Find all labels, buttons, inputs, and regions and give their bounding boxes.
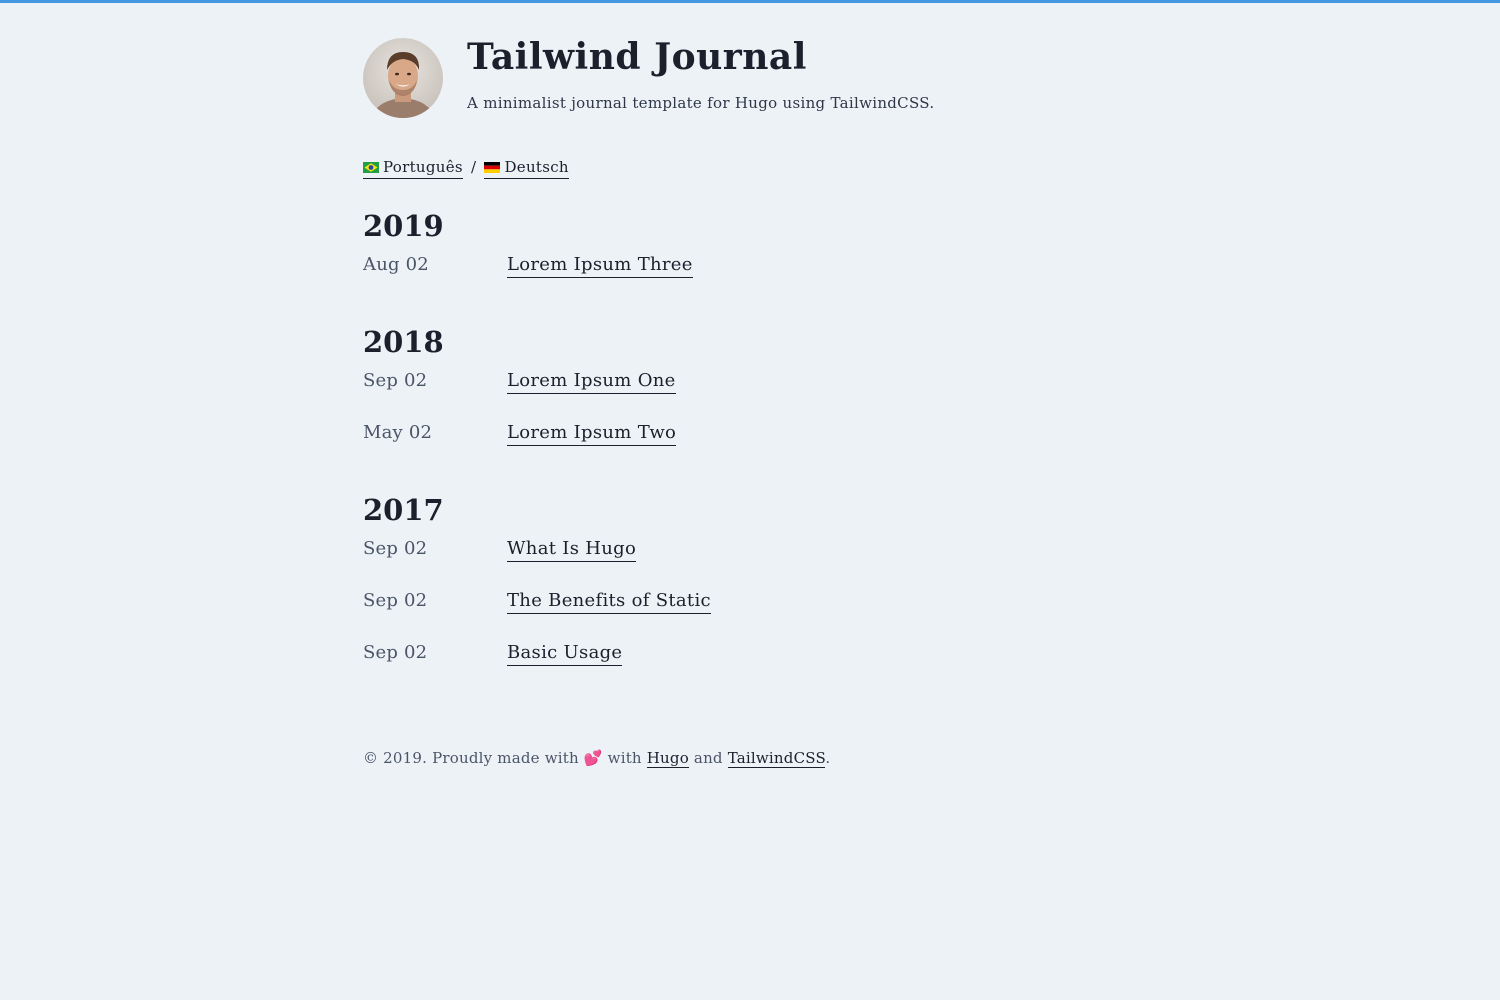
post-link[interactable]: Lorem Ipsum Two bbox=[507, 422, 677, 446]
year-group-2018: 2018 Sep 02 Lorem Ipsum One May 02 Lorem… bbox=[363, 324, 1063, 474]
post-date: Sep 02 bbox=[363, 538, 428, 559]
heart-icon: 💕 bbox=[583, 749, 603, 767]
post-row: May 02 Lorem Ipsum Two bbox=[363, 422, 1063, 474]
footer-and: and bbox=[693, 749, 723, 767]
year-heading: 2019 bbox=[363, 209, 444, 243]
avatar-image bbox=[363, 38, 443, 118]
hugo-link[interactable]: Hugo bbox=[646, 749, 689, 768]
post-link[interactable]: Lorem Ipsum Three bbox=[507, 254, 693, 278]
post-link[interactable]: Lorem Ipsum One bbox=[507, 370, 676, 394]
post-link[interactable]: Basic Usage bbox=[507, 642, 623, 666]
avatar bbox=[363, 38, 443, 118]
post-date: Sep 02 bbox=[363, 590, 428, 611]
germany-flag-icon bbox=[484, 162, 501, 173]
language-label: Deutsch bbox=[504, 158, 569, 176]
post-row: Sep 02 What Is Hugo bbox=[363, 538, 1063, 590]
language-switcher: Português / Deutsch bbox=[363, 158, 569, 179]
footer-with: with bbox=[607, 749, 642, 767]
year-heading: 2017 bbox=[363, 493, 444, 527]
tailwindcss-link[interactable]: TailwindCSS bbox=[727, 749, 826, 768]
year-heading: 2018 bbox=[363, 325, 444, 359]
language-link-german[interactable]: Deutsch bbox=[484, 158, 569, 179]
post-date: Sep 02 bbox=[363, 370, 428, 391]
site-titles: Tailwind Journal A minimalist journal te… bbox=[467, 38, 934, 112]
footer-period: . bbox=[825, 749, 831, 767]
site-header: Tailwind Journal A minimalist journal te… bbox=[363, 38, 934, 118]
post-row: Sep 02 The Benefits of Static bbox=[363, 590, 1063, 642]
language-label: Português bbox=[383, 158, 463, 176]
post-row: Sep 02 Basic Usage bbox=[363, 642, 1063, 694]
post-date: Sep 02 bbox=[363, 642, 428, 663]
language-link-portuguese[interactable]: Português bbox=[363, 158, 463, 179]
year-group-2017: 2017 Sep 02 What Is Hugo Sep 02 The Bene… bbox=[363, 492, 1063, 694]
site-subtitle: A minimalist journal template for Hugo u… bbox=[467, 94, 935, 112]
post-date: May 02 bbox=[363, 422, 433, 443]
post-link[interactable]: What Is Hugo bbox=[507, 538, 637, 562]
site-footer: © 2019. Proudly made with 💕 with Hugo an… bbox=[363, 749, 831, 768]
post-row: Aug 02 Lorem Ipsum Three bbox=[363, 254, 1063, 306]
post-row: Sep 02 Lorem Ipsum One bbox=[363, 370, 1063, 422]
year-group-2019: 2019 Aug 02 Lorem Ipsum Three bbox=[363, 208, 1063, 306]
site-title[interactable]: Tailwind Journal bbox=[467, 38, 934, 76]
post-link[interactable]: The Benefits of Static bbox=[507, 590, 711, 614]
post-archive: 2019 Aug 02 Lorem Ipsum Three 2018 Sep 0… bbox=[363, 208, 1063, 712]
language-separator: / bbox=[471, 158, 477, 176]
footer-copyright: © 2019. Proudly made with bbox=[363, 749, 579, 767]
page: Tailwind Journal A minimalist journal te… bbox=[0, 3, 1500, 1000]
post-date: Aug 02 bbox=[363, 254, 429, 275]
brazil-flag-icon bbox=[363, 162, 379, 173]
